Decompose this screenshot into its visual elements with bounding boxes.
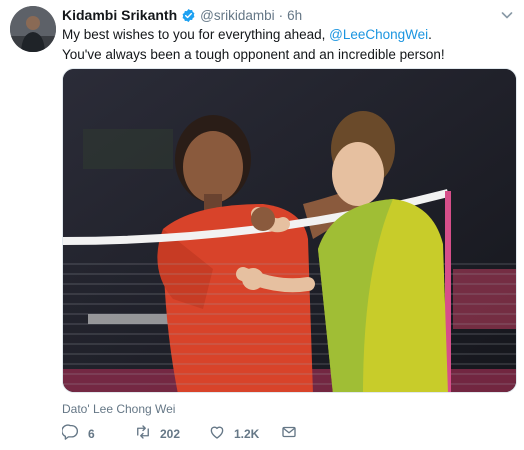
envelope-icon	[280, 423, 298, 446]
retweet-button[interactable]: 202	[134, 424, 180, 444]
author-handle[interactable]: @srikidambi	[200, 8, 274, 23]
tweet-text-prefix: My best wishes to you for everything ahe…	[62, 27, 330, 42]
avatar[interactable]	[10, 6, 56, 52]
tweet-text-line-1: My best wishes to you for everything ahe…	[62, 25, 514, 45]
heart-icon	[208, 423, 226, 446]
tweet-header: Kidambi Srikanth @srikidambi · 6h	[62, 6, 302, 24]
reply-button[interactable]: 6	[61, 423, 95, 446]
retweet-count: 202	[160, 427, 181, 441]
reply-icon	[61, 423, 80, 446]
mention-link[interactable]: @LeeChongWei	[329, 27, 428, 42]
like-count: 1.2K	[234, 427, 260, 441]
tweet-text-line-2: You've always been a tough opponent and …	[62, 47, 445, 62]
like-button[interactable]: 1.2K	[208, 424, 259, 444]
verified-badge-icon	[181, 8, 196, 23]
tweet-timestamp[interactable]: 6h	[287, 8, 302, 23]
reply-count: 6	[88, 427, 95, 441]
tweet-card[interactable]: Kidambi Srikanth @srikidambi · 6h My bes…	[0, 0, 524, 450]
tweet-text-suffix: .	[428, 27, 432, 42]
chevron-down-icon[interactable]	[500, 8, 514, 22]
tweet-actions: 6 202 1.2K	[61, 423, 362, 446]
tweet-photo[interactable]	[62, 68, 517, 393]
media-caption[interactable]: Dato' Lee Chong Wei	[62, 402, 175, 416]
author-name[interactable]: Kidambi Srikanth	[62, 7, 177, 23]
direct-message-button[interactable]	[280, 424, 298, 444]
tweet-text: My best wishes to you for everything ahe…	[62, 25, 514, 65]
retweet-icon	[134, 423, 152, 446]
separator-dot: ·	[278, 7, 284, 23]
